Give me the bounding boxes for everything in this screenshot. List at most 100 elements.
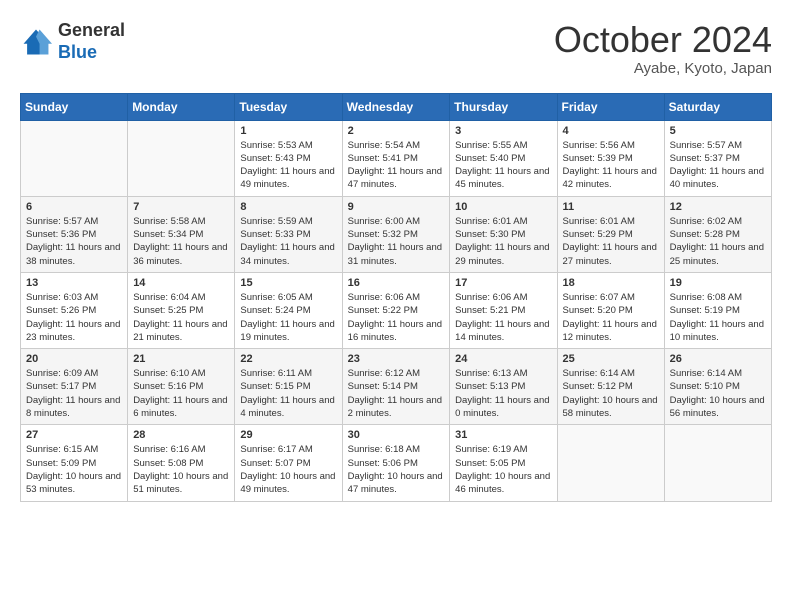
day-detail: Sunrise: 6:14 AM Sunset: 5:10 PM Dayligh… (670, 367, 766, 420)
calendar-cell: 1 Sunrise: 5:53 AM Sunset: 5:43 PM Daylig… (235, 120, 342, 196)
calendar-cell: 27Sunrise: 6:15 AM Sunset: 5:09 PM Dayli… (21, 425, 128, 501)
day-detail: Sunrise: 6:01 AM Sunset: 5:30 PM Dayligh… (455, 215, 551, 268)
weekday-header-row: SundayMondayTuesdayWednesdayThursdayFrid… (21, 93, 772, 120)
day-number: 28 (133, 429, 229, 441)
day-number: 9 (348, 201, 445, 213)
calendar-cell: 22 Sunrise: 6:11 AM Sunset: 5:15 PM Dayli… (235, 349, 342, 425)
day-number: 4 (563, 125, 659, 137)
weekday-header: Friday (557, 93, 664, 120)
day-number: 25 (563, 353, 659, 365)
day-number: 10 (455, 201, 551, 213)
calendar-cell: 29 Sunrise: 6:17 AM Sunset: 5:07 PM Dayli… (235, 425, 342, 501)
calendar-cell: 18Sunrise: 6:07 AM Sunset: 5:20 PM Dayli… (557, 272, 664, 348)
day-number: 30 (348, 429, 445, 441)
day-detail: Sunrise: 6:17 AM Sunset: 5:07 PM Dayligh… (240, 443, 336, 496)
page-header: General Blue October 2024 Ayabe, Kyoto, … (20, 20, 772, 77)
day-number: 22 (240, 353, 336, 365)
day-number: 1 (240, 125, 336, 137)
day-detail: Sunrise: 6:01 AM Sunset: 5:29 PM Dayligh… (563, 215, 659, 268)
day-detail: Sunrise: 6:00 AM Sunset: 5:32 PM Dayligh… (348, 215, 445, 268)
day-detail: Sunrise: 6:02 AM Sunset: 5:28 PM Dayligh… (670, 215, 766, 268)
day-number: 3 (455, 125, 551, 137)
day-detail: Sunrise: 6:06 AM Sunset: 5:22 PM Dayligh… (348, 291, 445, 344)
day-number: 13 (26, 277, 122, 289)
calendar-cell: 12 Sunrise: 6:02 AM Sunset: 5:28 PM Dayli… (664, 196, 771, 272)
calendar-cell (664, 425, 771, 501)
day-detail: Sunrise: 6:06 AM Sunset: 5:21 PM Dayligh… (455, 291, 551, 344)
day-detail: Sunrise: 6:18 AM Sunset: 5:06 PM Dayligh… (348, 443, 445, 496)
day-number: 15 (240, 277, 336, 289)
calendar-week-row: 1 Sunrise: 5:53 AM Sunset: 5:43 PM Daylig… (21, 120, 772, 196)
day-number: 2 (348, 125, 445, 137)
day-number: 19 (670, 277, 766, 289)
weekday-header: Wednesday (342, 93, 450, 120)
day-number: 26 (670, 353, 766, 365)
day-detail: Sunrise: 6:03 AM Sunset: 5:26 PM Dayligh… (26, 291, 122, 344)
day-number: 16 (348, 277, 445, 289)
month-title: October 2024 (554, 20, 772, 60)
day-number: 12 (670, 201, 766, 213)
calendar-cell: 14 Sunrise: 6:04 AM Sunset: 5:25 PM Dayli… (128, 272, 235, 348)
calendar-cell: 9 Sunrise: 6:00 AM Sunset: 5:32 PM Daylig… (342, 196, 450, 272)
calendar-cell: 4 Sunrise: 5:56 AM Sunset: 5:39 PM Daylig… (557, 120, 664, 196)
day-detail: Sunrise: 6:13 AM Sunset: 5:13 PM Dayligh… (455, 367, 551, 420)
day-number: 29 (240, 429, 336, 441)
day-detail: Sunrise: 5:57 AM Sunset: 5:37 PM Dayligh… (670, 139, 766, 192)
day-detail: Sunrise: 6:08 AM Sunset: 5:19 PM Dayligh… (670, 291, 766, 344)
calendar-cell: 2 Sunrise: 5:54 AM Sunset: 5:41 PM Daylig… (342, 120, 450, 196)
day-detail: Sunrise: 6:05 AM Sunset: 5:24 PM Dayligh… (240, 291, 336, 344)
day-detail: Sunrise: 5:54 AM Sunset: 5:41 PM Dayligh… (348, 139, 445, 192)
calendar-cell: 21 Sunrise: 6:10 AM Sunset: 5:16 PM Dayli… (128, 349, 235, 425)
day-number: 21 (133, 353, 229, 365)
day-detail: Sunrise: 5:58 AM Sunset: 5:34 PM Dayligh… (133, 215, 229, 268)
calendar-cell: 13 Sunrise: 6:03 AM Sunset: 5:26 PM Dayli… (21, 272, 128, 348)
day-detail: Sunrise: 5:53 AM Sunset: 5:43 PM Dayligh… (240, 139, 336, 192)
calendar-cell: 25 Sunrise: 6:14 AM Sunset: 5:12 PM Dayli… (557, 349, 664, 425)
day-detail: Sunrise: 5:55 AM Sunset: 5:40 PM Dayligh… (455, 139, 551, 192)
calendar-cell: 6 Sunrise: 5:57 AM Sunset: 5:36 PM Daylig… (21, 196, 128, 272)
weekday-header: Sunday (21, 93, 128, 120)
calendar-week-row: 20Sunrise: 6:09 AM Sunset: 5:17 PM Dayli… (21, 349, 772, 425)
calendar-cell: 28 Sunrise: 6:16 AM Sunset: 5:08 PM Dayli… (128, 425, 235, 501)
calendar-cell: 11 Sunrise: 6:01 AM Sunset: 5:29 PM Dayli… (557, 196, 664, 272)
day-detail: Sunrise: 5:56 AM Sunset: 5:39 PM Dayligh… (563, 139, 659, 192)
day-number: 6 (26, 201, 122, 213)
calendar-table: SundayMondayTuesdayWednesdayThursdayFrid… (20, 93, 772, 502)
logo-blue-text: Blue (58, 42, 97, 62)
calendar-cell: 26 Sunrise: 6:14 AM Sunset: 5:10 PM Dayli… (664, 349, 771, 425)
weekday-header: Saturday (664, 93, 771, 120)
day-detail: Sunrise: 6:09 AM Sunset: 5:17 PM Dayligh… (26, 367, 122, 420)
calendar-cell: 5 Sunrise: 5:57 AM Sunset: 5:37 PM Daylig… (664, 120, 771, 196)
calendar-cell: 3 Sunrise: 5:55 AM Sunset: 5:40 PM Daylig… (450, 120, 557, 196)
day-number: 17 (455, 277, 551, 289)
day-number: 14 (133, 277, 229, 289)
calendar-cell: 7Sunrise: 5:58 AM Sunset: 5:34 PM Daylig… (128, 196, 235, 272)
weekday-header: Monday (128, 93, 235, 120)
location: Ayabe, Kyoto, Japan (554, 60, 772, 77)
day-detail: Sunrise: 6:10 AM Sunset: 5:16 PM Dayligh… (133, 367, 229, 420)
calendar-cell: 24 Sunrise: 6:13 AM Sunset: 5:13 PM Dayli… (450, 349, 557, 425)
day-detail: Sunrise: 5:59 AM Sunset: 5:33 PM Dayligh… (240, 215, 336, 268)
logo-icon (20, 26, 52, 58)
calendar-cell: 16 Sunrise: 6:06 AM Sunset: 5:22 PM Dayli… (342, 272, 450, 348)
day-detail: Sunrise: 6:11 AM Sunset: 5:15 PM Dayligh… (240, 367, 336, 420)
calendar-cell: 20Sunrise: 6:09 AM Sunset: 5:17 PM Dayli… (21, 349, 128, 425)
logo-general-text: General (58, 20, 125, 40)
title-block: October 2024 Ayabe, Kyoto, Japan (554, 20, 772, 77)
day-detail: Sunrise: 6:07 AM Sunset: 5:20 PM Dayligh… (563, 291, 659, 344)
day-detail: Sunrise: 6:14 AM Sunset: 5:12 PM Dayligh… (563, 367, 659, 420)
calendar-week-row: 13 Sunrise: 6:03 AM Sunset: 5:26 PM Dayli… (21, 272, 772, 348)
day-detail: Sunrise: 5:57 AM Sunset: 5:36 PM Dayligh… (26, 215, 122, 268)
day-number: 24 (455, 353, 551, 365)
calendar-cell: 30 Sunrise: 6:18 AM Sunset: 5:06 PM Dayli… (342, 425, 450, 501)
calendar-week-row: 27Sunrise: 6:15 AM Sunset: 5:09 PM Dayli… (21, 425, 772, 501)
day-number: 5 (670, 125, 766, 137)
calendar-cell: 31Sunrise: 6:19 AM Sunset: 5:05 PM Dayli… (450, 425, 557, 501)
day-detail: Sunrise: 6:12 AM Sunset: 5:14 PM Dayligh… (348, 367, 445, 420)
calendar-cell (128, 120, 235, 196)
day-detail: Sunrise: 6:19 AM Sunset: 5:05 PM Dayligh… (455, 443, 551, 496)
day-detail: Sunrise: 6:16 AM Sunset: 5:08 PM Dayligh… (133, 443, 229, 496)
calendar-cell (21, 120, 128, 196)
day-detail: Sunrise: 6:04 AM Sunset: 5:25 PM Dayligh… (133, 291, 229, 344)
day-number: 11 (563, 201, 659, 213)
